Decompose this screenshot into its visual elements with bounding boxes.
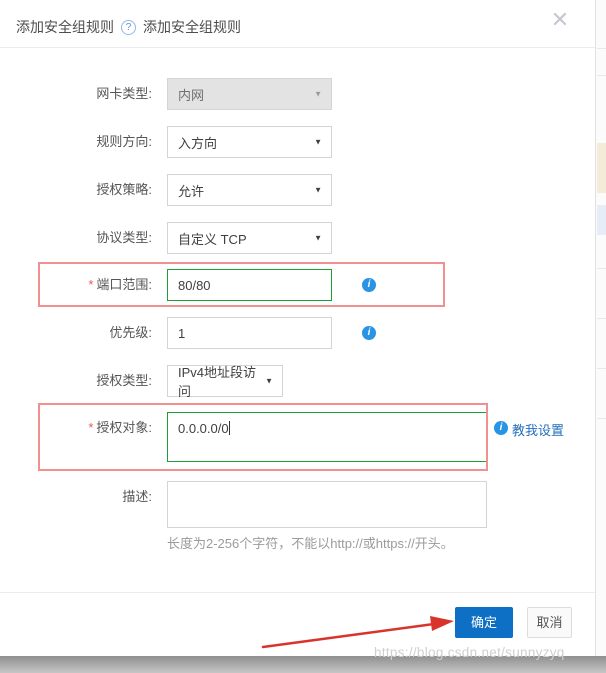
dialog-header: 添加安全组规则 ? 添加安全组规则	[16, 12, 241, 42]
protocol-value: 自定义 TCP	[178, 231, 247, 247]
background-block	[597, 205, 606, 235]
auth-type-select[interactable]: IPv4地址段访问 ▼	[167, 365, 283, 399]
chevron-down-icon: ▼	[314, 89, 322, 99]
direction-select[interactable]: 入方向 ▼	[167, 126, 332, 158]
background-line	[597, 368, 606, 369]
row-nic-type: 网卡类型: 内网 ▼	[0, 78, 595, 110]
footer-divider	[0, 592, 595, 593]
nic-type-value: 内网	[178, 87, 205, 103]
confirm-button[interactable]: 确定	[455, 607, 513, 638]
background-line	[597, 48, 606, 49]
background-line	[597, 418, 606, 419]
description-label: 描述:	[122, 489, 152, 504]
info-icon[interactable]: i	[362, 278, 376, 292]
row-direction: 规则方向: 入方向 ▼	[0, 126, 595, 158]
chevron-down-icon: ▼	[265, 376, 273, 386]
teach-me-link[interactable]: 教我设置	[512, 420, 564, 439]
close-icon[interactable]: ✕	[546, 6, 574, 34]
auth-object-textarea[interactable]: 0.0.0.0/0	[167, 412, 487, 462]
port-range-label: * 端口范围:	[88, 277, 152, 292]
policy-label: 授权策略:	[96, 182, 152, 197]
nic-type-select: 内网 ▼	[167, 78, 332, 110]
nic-type-label: 网卡类型:	[96, 86, 152, 101]
dialog-title: 添加安全组规则	[16, 19, 114, 35]
priority-label: 优先级:	[109, 325, 152, 340]
header-divider	[0, 47, 595, 48]
chevron-down-icon: ▼	[314, 233, 322, 243]
auth-type-value: IPv4地址段访问	[178, 365, 257, 399]
background-line	[597, 75, 606, 76]
info-icon[interactable]: i	[362, 326, 376, 340]
protocol-label: 协议类型:	[96, 230, 152, 245]
background-block	[597, 143, 606, 193]
direction-value: 入方向	[178, 135, 218, 151]
port-range-input[interactable]	[167, 269, 332, 301]
dialog-title-repeat: 添加安全组规则	[143, 19, 241, 35]
required-asterisk: *	[88, 420, 94, 435]
description-textarea[interactable]	[167, 481, 487, 528]
info-icon[interactable]: i	[494, 421, 508, 435]
add-security-group-rule-dialog: 添加安全组规则 ? 添加安全组规则 ✕ 网卡类型: 内网 ▼ 规则方向: 入方向…	[0, 0, 595, 656]
policy-value: 允许	[178, 183, 205, 199]
row-auth-type: 授权类型: IPv4地址段访问 ▼	[0, 365, 595, 399]
auth-object-label: * 授权对象:	[88, 420, 152, 435]
auth-object-value: 0.0.0.0/0	[178, 421, 229, 436]
background-page-sliver	[595, 0, 606, 656]
required-asterisk: *	[88, 277, 94, 292]
background-line	[597, 268, 606, 269]
text-cursor	[228, 421, 230, 435]
direction-label: 规则方向:	[96, 134, 152, 149]
cancel-button[interactable]: 取消	[527, 607, 572, 638]
chevron-down-icon: ▼	[314, 137, 322, 147]
priority-input[interactable]	[167, 317, 332, 349]
row-policy: 授权策略: 允许 ▼	[0, 174, 595, 206]
help-icon[interactable]: ?	[121, 19, 136, 35]
page-bottom-strip	[0, 656, 606, 673]
description-helper-text: 长度为2-256个字符，不能以http://或https://开头。	[167, 536, 454, 551]
background-line	[597, 318, 606, 319]
policy-select[interactable]: 允许 ▼	[167, 174, 332, 206]
chevron-down-icon: ▼	[314, 185, 322, 195]
row-protocol: 协议类型: 自定义 TCP ▼	[0, 222, 595, 254]
auth-type-label: 授权类型:	[96, 373, 152, 388]
protocol-select[interactable]: 自定义 TCP ▼	[167, 222, 332, 254]
